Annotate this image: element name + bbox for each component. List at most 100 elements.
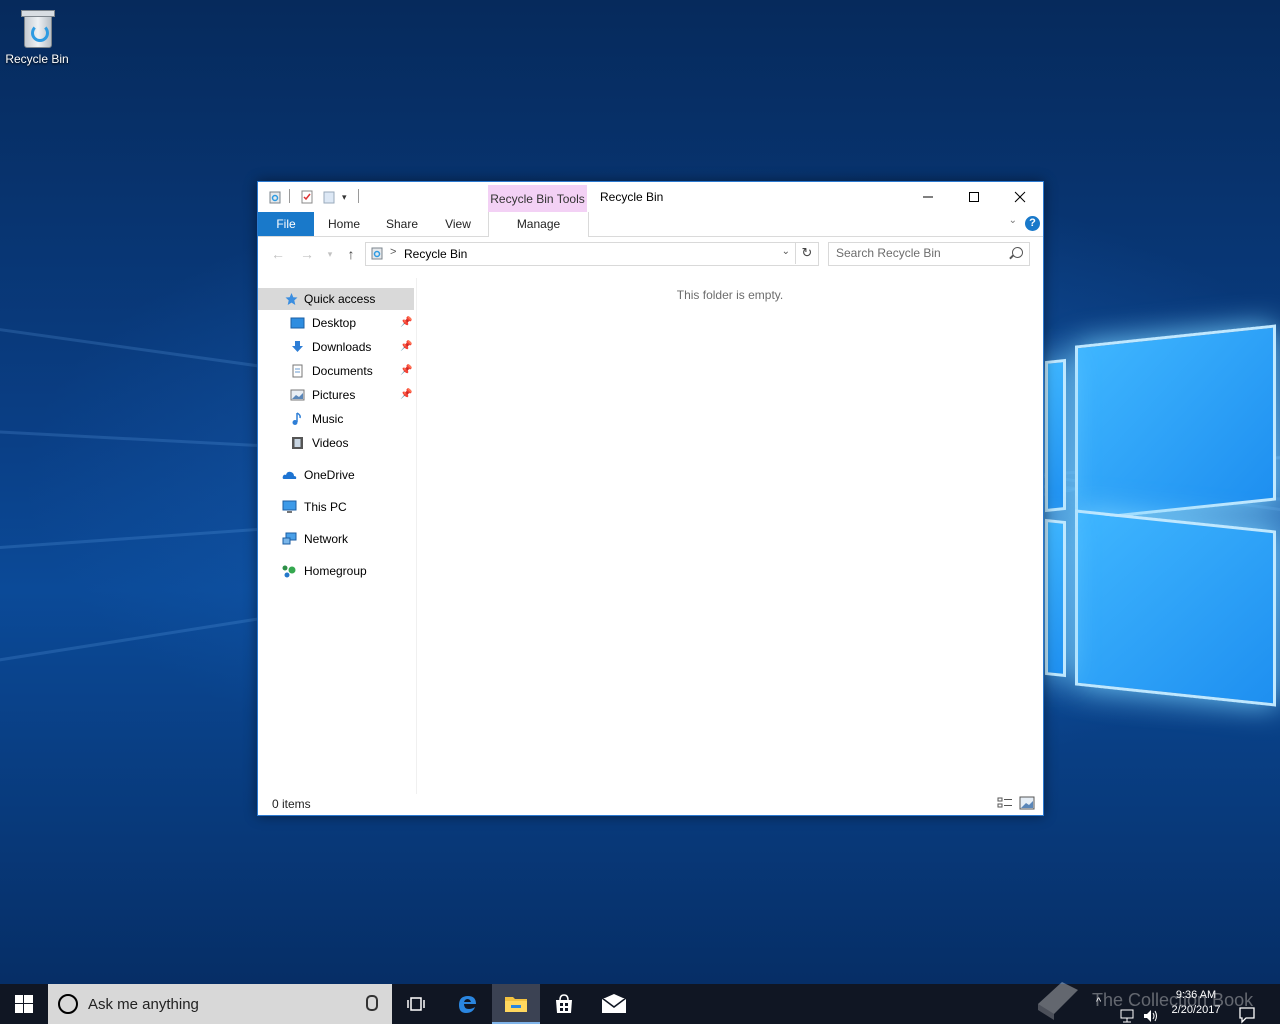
- address-bar[interactable]: > Recycle Bin ⌄: [365, 242, 819, 266]
- context-tab-group: Recycle Bin Tools: [488, 185, 587, 212]
- pin-icon: 📌: [400, 389, 413, 400]
- close-button[interactable]: [997, 182, 1043, 212]
- task-view-icon: [407, 997, 425, 1011]
- back-button[interactable]: ←: [268, 244, 288, 264]
- nav-item-label: Desktop: [312, 316, 357, 330]
- item-count: 0 items: [272, 797, 311, 811]
- nav-item-network[interactable]: Network: [258, 528, 414, 550]
- breadcrumb-separator[interactable]: >: [390, 246, 396, 258]
- nav-item-onedrive[interactable]: OneDrive: [258, 464, 414, 486]
- file-explorer-window[interactable]: ▾ Recycle Bin Tools Recycle Bin File Hom…: [257, 181, 1044, 816]
- nav-item-label: Homegroup: [304, 564, 367, 578]
- navigation-pane: Quick access Desktop 📌 Downloads 📌 Docum…: [258, 278, 417, 794]
- this-pc-icon: [282, 500, 297, 513]
- up-button[interactable]: ↑: [341, 244, 361, 264]
- address-dropdown-chevron-icon[interactable]: ⌄: [782, 246, 790, 257]
- network-icon: [282, 532, 297, 545]
- tab-share[interactable]: Share: [378, 212, 426, 236]
- tab-manage[interactable]: Manage: [488, 212, 589, 237]
- recycle-bin-small-icon[interactable]: [268, 190, 282, 204]
- star-icon: [285, 293, 298, 305]
- store-icon: [556, 994, 572, 1013]
- tab-view[interactable]: View: [434, 212, 482, 236]
- nav-item-label: OneDrive: [304, 468, 355, 482]
- windows-logo-icon: [15, 995, 33, 1013]
- recent-locations-chevron-icon[interactable]: ▾: [320, 244, 340, 264]
- nav-item-label: Music: [312, 412, 344, 426]
- tab-home[interactable]: Home: [320, 212, 368, 236]
- store-button[interactable]: [540, 984, 588, 1024]
- nav-item-label: Pictures: [312, 388, 356, 402]
- forward-button[interactable]: →: [297, 244, 317, 264]
- details-view-icon[interactable]: [997, 796, 1013, 810]
- videos-icon: [292, 437, 303, 449]
- nav-item-label: Documents: [312, 364, 373, 378]
- nav-item-videos[interactable]: Videos: [258, 432, 414, 454]
- customize-quick-access-chevron-icon[interactable]: ▾: [342, 190, 356, 204]
- start-button[interactable]: [0, 984, 48, 1024]
- task-view-button[interactable]: [392, 984, 440, 1024]
- watermark-text: The Collection Book: [1092, 990, 1254, 1010]
- nav-item-pictures[interactable]: Pictures 📌: [258, 384, 414, 406]
- nav-item-label: Quick access: [304, 292, 376, 306]
- nav-item-quick-access[interactable]: Quick access: [258, 288, 414, 310]
- search-input[interactable]: [836, 243, 1006, 263]
- nav-item-label: Network: [304, 532, 349, 546]
- toolbar-separator: [358, 189, 359, 203]
- pin-icon: 📌: [400, 341, 413, 352]
- pictures-icon: [290, 389, 305, 401]
- mail-icon: [601, 994, 627, 1013]
- nav-item-homegroup[interactable]: Homegroup: [258, 560, 414, 582]
- nav-item-label: Videos: [312, 436, 349, 450]
- help-icon[interactable]: ?: [1025, 216, 1040, 231]
- file-explorer-button[interactable]: [492, 984, 540, 1024]
- edge-icon: [459, 996, 476, 1013]
- minimize-button[interactable]: [905, 182, 951, 212]
- nav-item-downloads[interactable]: Downloads 📌: [258, 336, 414, 358]
- minimize-icon: [923, 196, 933, 198]
- breadcrumb-recycle-bin[interactable]: Recycle Bin: [404, 247, 467, 261]
- tab-file[interactable]: File: [258, 212, 314, 236]
- file-list-area[interactable]: This folder is empty.: [418, 278, 1042, 794]
- toolbar-separator: [289, 189, 290, 203]
- expand-ribbon-chevron-icon[interactable]: ⌄: [1009, 215, 1017, 226]
- nav-item-this-pc[interactable]: This PC: [258, 496, 414, 518]
- nav-item-music[interactable]: Music: [258, 408, 414, 430]
- mail-button[interactable]: [590, 984, 638, 1024]
- music-icon: [292, 412, 301, 425]
- status-bar: 0 items: [258, 793, 1043, 815]
- windows-logo-pane: [1045, 358, 1066, 513]
- onedrive-icon: [282, 471, 297, 479]
- recycle-bin-small-icon: [371, 247, 383, 260]
- properties-icon[interactable]: [300, 190, 314, 204]
- cortana-search-box[interactable]: Ask me anything: [48, 984, 392, 1024]
- edge-button[interactable]: [443, 984, 491, 1024]
- desktop-icon-label: Recycle Bin: [5, 52, 69, 66]
- cortana-icon: [58, 994, 78, 1014]
- desktop-icon: [290, 317, 305, 329]
- nav-item-label: This PC: [304, 500, 347, 514]
- pin-icon: 📌: [400, 365, 413, 376]
- homegroup-icon: [282, 565, 296, 578]
- desktop-icon-recycle-bin[interactable]: Recycle Bin: [4, 6, 70, 66]
- search-icon[interactable]: [1012, 247, 1023, 258]
- ribbon-tabs: File Home Share View Manage ⌄ ?: [258, 212, 1043, 237]
- recycle-bin-icon: [20, 8, 55, 48]
- title-bar[interactable]: ▾ Recycle Bin Tools Recycle Bin: [258, 182, 1043, 212]
- pin-icon: 📌: [400, 317, 413, 328]
- maximize-icon: [969, 192, 979, 202]
- nav-item-desktop[interactable]: Desktop 📌: [258, 312, 414, 334]
- close-icon: [1014, 191, 1026, 203]
- maximize-button[interactable]: [951, 182, 997, 212]
- microphone-icon[interactable]: [366, 995, 378, 1011]
- watermark: The Collection Book: [1032, 976, 1272, 1024]
- nav-item-documents[interactable]: Documents 📌: [258, 360, 414, 382]
- nav-item-label: Downloads: [312, 340, 372, 354]
- large-icons-view-icon[interactable]: [1019, 796, 1035, 810]
- windows-logo-pane: [1075, 324, 1276, 522]
- new-folder-icon[interactable]: [322, 190, 336, 204]
- search-box[interactable]: [828, 242, 1030, 266]
- windows-logo-pane: [1045, 518, 1066, 678]
- refresh-button[interactable]: ↻: [795, 242, 818, 264]
- downloads-icon: [292, 341, 303, 352]
